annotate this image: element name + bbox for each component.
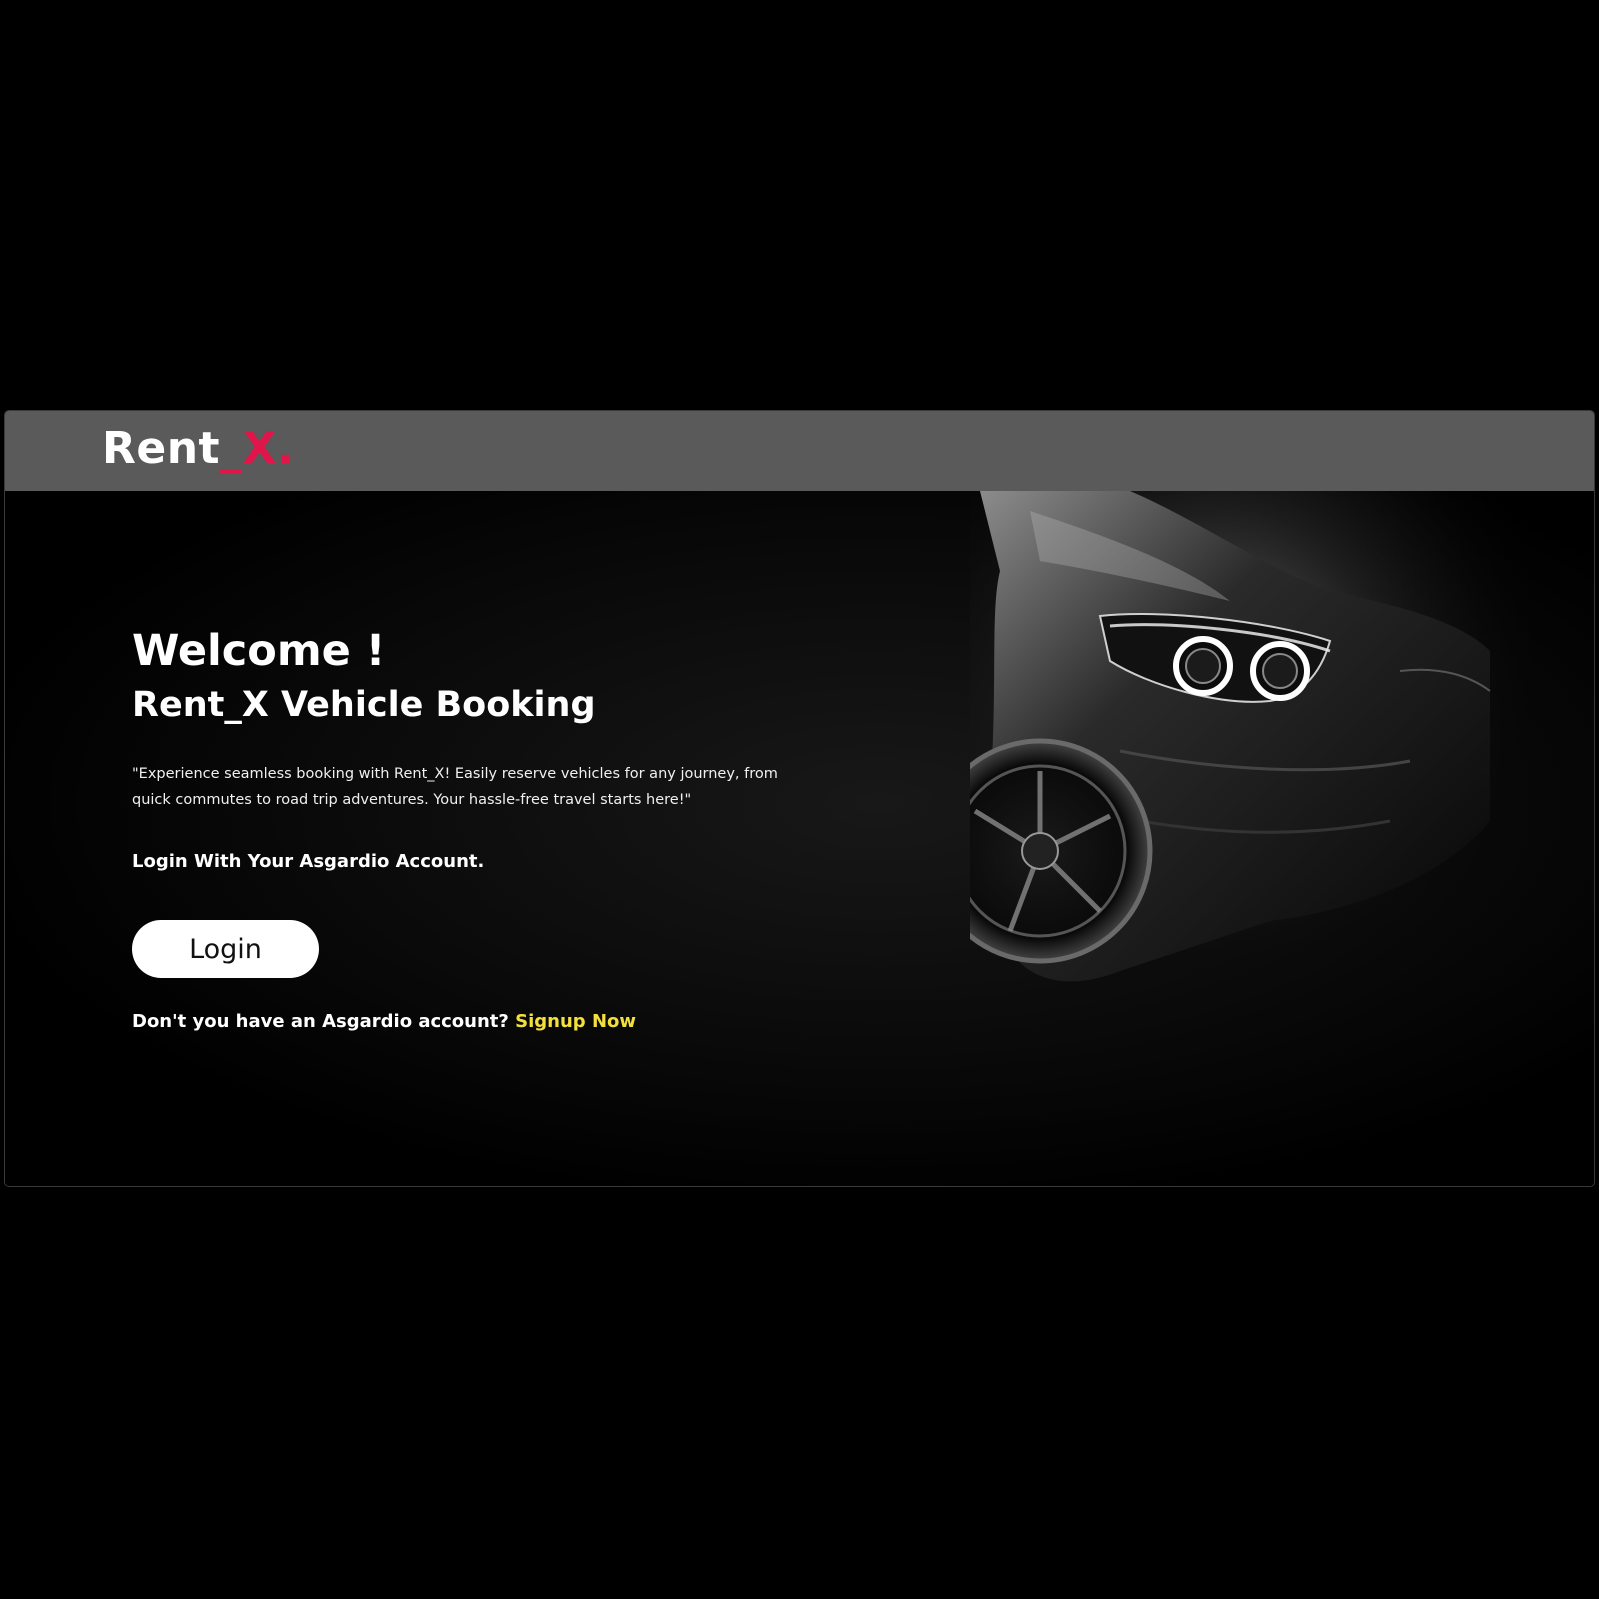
brand-logo[interactable]: Rent_X. <box>102 423 294 474</box>
signup-question: Don't you have an Asgardio account? <box>132 1011 509 1032</box>
hero-section: Welcome ! Rent_X Vehicle Booking "Experi… <box>5 491 1594 1186</box>
login-button[interactable]: Login <box>132 920 319 978</box>
app-window: Rent_X. Welcome ! Rent_X Vehicle Booking… <box>5 411 1594 1186</box>
brand-name: Rent <box>102 423 221 474</box>
welcome-heading: Welcome ! <box>132 626 386 676</box>
brand-accent: _X. <box>220 423 295 474</box>
login-prompt: Login With Your Asgardio Account. <box>132 851 485 872</box>
navbar: Rent_X. <box>5 411 1594 491</box>
page-subtitle: Rent_X Vehicle Booking <box>132 685 596 725</box>
car-image <box>970 491 1530 1051</box>
signup-line: Don't you have an Asgardio account? Sign… <box>132 1011 636 1032</box>
description-text: "Experience seamless booking with Rent_X… <box>132 766 778 808</box>
signup-link[interactable]: Signup Now <box>515 1011 636 1032</box>
